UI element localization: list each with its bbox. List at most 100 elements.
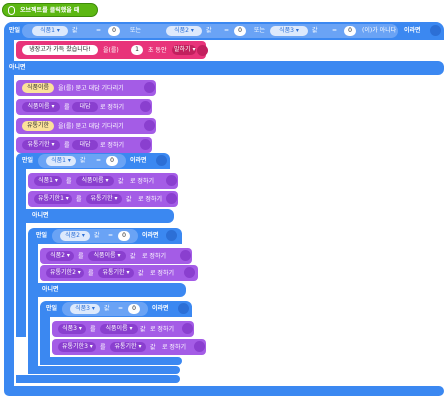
- sensor2-field: 값: [206, 27, 212, 34]
- if1-rail: [16, 169, 26, 337]
- if1-set1-mid: 를: [66, 178, 72, 185]
- if2-set2-mid: 를: [88, 270, 94, 277]
- if3-condition[interactable]: 식품3 ▾ 값 = 0: [62, 302, 148, 316]
- if2-set2-var[interactable]: 유통기한2 ▾: [46, 268, 84, 278]
- if2-set2-tail: 로 정하기: [150, 270, 174, 277]
- sensor2-dropdown[interactable]: 식품2 ▾: [166, 26, 202, 36]
- sensor3-field: 값: [312, 27, 318, 34]
- outer-if-help-icon[interactable]: [430, 25, 441, 36]
- if1-set1-help-icon[interactable]: [166, 175, 177, 186]
- say-mode-dropdown[interactable]: 말하기 ▾: [172, 45, 196, 55]
- if2-set1-mid: 를: [78, 253, 84, 260]
- or1-label: 또는: [130, 27, 142, 34]
- ask-food-name-text: 을(를) 묻고 대답 기다리기: [58, 85, 124, 92]
- outer-else-label: 아니면: [9, 64, 26, 71]
- if2-set2-src[interactable]: 유통기한 ▾: [98, 268, 134, 278]
- not-label: (이)가 아니다: [362, 27, 397, 34]
- if2-zero[interactable]: 0: [118, 231, 130, 241]
- if2-label: 만일: [36, 232, 48, 239]
- set1-answer: 대답: [72, 102, 98, 112]
- when-object-clicked-hat[interactable]: 오브젝트를 클릭했을 때: [2, 3, 98, 17]
- hat-label: 오브젝트를 클릭했을 때: [20, 7, 80, 14]
- sensor1-dropdown[interactable]: 식품1 ▾: [32, 26, 68, 36]
- if1-label: 만일: [22, 157, 34, 164]
- set1-tail: 로 정하기: [100, 104, 124, 111]
- if3-set1-tail: 로 정하기: [150, 326, 174, 333]
- zero2-input[interactable]: 0: [234, 26, 246, 36]
- ask-expiry-var[interactable]: 유통기한: [22, 121, 54, 131]
- eq2: =: [224, 27, 230, 34]
- if1-else-label: 아니면: [32, 212, 49, 219]
- if3-set2-mid: 를: [100, 344, 106, 351]
- if3-help-icon[interactable]: [178, 303, 189, 314]
- if1-set2-tail: 로 정하기: [138, 196, 162, 203]
- if3-set2-help-icon[interactable]: [194, 341, 205, 352]
- sensor3-dropdown[interactable]: 식품3 ▾: [270, 26, 308, 36]
- zero3-input[interactable]: 0: [344, 26, 356, 36]
- if3-set1-field: 값: [140, 326, 146, 333]
- ask-expiry-text: 을(를) 묻고 대답 기다리기: [58, 123, 124, 130]
- if1-set2-help-icon[interactable]: [166, 193, 177, 204]
- mouse-icon: [8, 6, 15, 15]
- if2-else-label: 아니면: [42, 286, 59, 293]
- outer-condition[interactable]: 식품1 ▾ 값 = 0 또는 식품2 ▾ 값 = 0 또는 식품3 ▾ 값 = …: [22, 24, 398, 38]
- if2-eq: =: [108, 232, 114, 239]
- if3-set1-help-icon[interactable]: [182, 323, 193, 334]
- outer-if-bottom: [4, 386, 444, 396]
- if1-zero[interactable]: 0: [106, 156, 118, 166]
- if1-set2-field: 값: [126, 196, 132, 203]
- if3-field: 값: [104, 305, 110, 312]
- if3-then: 이라면: [152, 305, 169, 312]
- say-help-icon[interactable]: [197, 45, 208, 56]
- say-secs-input[interactable]: 1: [131, 45, 143, 55]
- if1-set1-field: 값: [118, 178, 124, 185]
- if2-condition[interactable]: 식품2 ▾ 값 = 0: [52, 229, 138, 243]
- if3-label: 만일: [46, 305, 58, 312]
- if3-set1-var[interactable]: 식품3 ▾: [58, 324, 86, 334]
- if3-eq: =: [118, 305, 124, 312]
- if3-zero[interactable]: 0: [128, 304, 140, 314]
- if2-help-icon[interactable]: [166, 230, 177, 241]
- if1-set1-var[interactable]: 식품1 ▾: [34, 176, 62, 186]
- if3-sensor[interactable]: 식품3 ▾: [70, 304, 100, 314]
- if1-bottom: [16, 375, 180, 383]
- if2-set1-var[interactable]: 식품2 ▾: [46, 251, 74, 261]
- if2-rail: [28, 244, 38, 366]
- if1-condition[interactable]: 식품1 ▾ 값 = 0: [38, 154, 126, 168]
- if3-set1-src[interactable]: 식품이름 ▾: [100, 324, 138, 334]
- if3-set2-var[interactable]: 유통기한3 ▾: [58, 342, 96, 352]
- if1-field: 값: [80, 157, 86, 164]
- if3-set1-mid: 를: [90, 326, 96, 333]
- if2-then: 이라면: [142, 232, 159, 239]
- set-expiry-var[interactable]: 유통기한 ▾: [22, 140, 60, 150]
- set2-help-icon[interactable]: [140, 139, 151, 150]
- sensor1-field: 값: [72, 27, 78, 34]
- if3-bottom: [40, 357, 182, 365]
- if2-sensor[interactable]: 식품2 ▾: [60, 231, 90, 241]
- if2-set1-tail: 로 정하기: [142, 253, 166, 260]
- ask2-help-icon[interactable]: [144, 120, 155, 131]
- ask-food-name-var[interactable]: 식품이름: [22, 83, 54, 93]
- or2-label: 또는: [254, 27, 266, 34]
- say-text-input[interactable]: 냉장고가 가득 찼습니다!: [22, 45, 98, 55]
- if2-set1-src[interactable]: 식품이름 ▾: [88, 251, 126, 261]
- say-word-label: 을(를): [103, 47, 119, 54]
- outer-if-label: 만일: [9, 27, 21, 34]
- if2-set1-help-icon[interactable]: [180, 250, 191, 261]
- if2-set2-help-icon[interactable]: [184, 267, 195, 278]
- if3-set2-src[interactable]: 유통기한 ▾: [110, 342, 146, 352]
- if3-set2-field: 값: [150, 344, 156, 351]
- set2-answer: 대답: [72, 140, 98, 150]
- if2-bottom: [28, 366, 180, 374]
- set-food-name-var[interactable]: 식품이름 ▾: [22, 102, 60, 112]
- if1-set2-var[interactable]: 유통기한1 ▾: [34, 194, 72, 204]
- if1-set2-src[interactable]: 유통기한 ▾: [86, 194, 122, 204]
- set1-help-icon[interactable]: [140, 101, 151, 112]
- zero1-input[interactable]: 0: [108, 26, 120, 36]
- if1-set1-src[interactable]: 식품이름 ▾: [76, 176, 114, 186]
- outer-else-bar: [4, 61, 444, 75]
- ask1-help-icon[interactable]: [144, 82, 155, 93]
- if1-eq: =: [96, 157, 102, 164]
- if1-sensor[interactable]: 식품1 ▾: [46, 156, 76, 166]
- if1-help-icon[interactable]: [156, 155, 167, 166]
